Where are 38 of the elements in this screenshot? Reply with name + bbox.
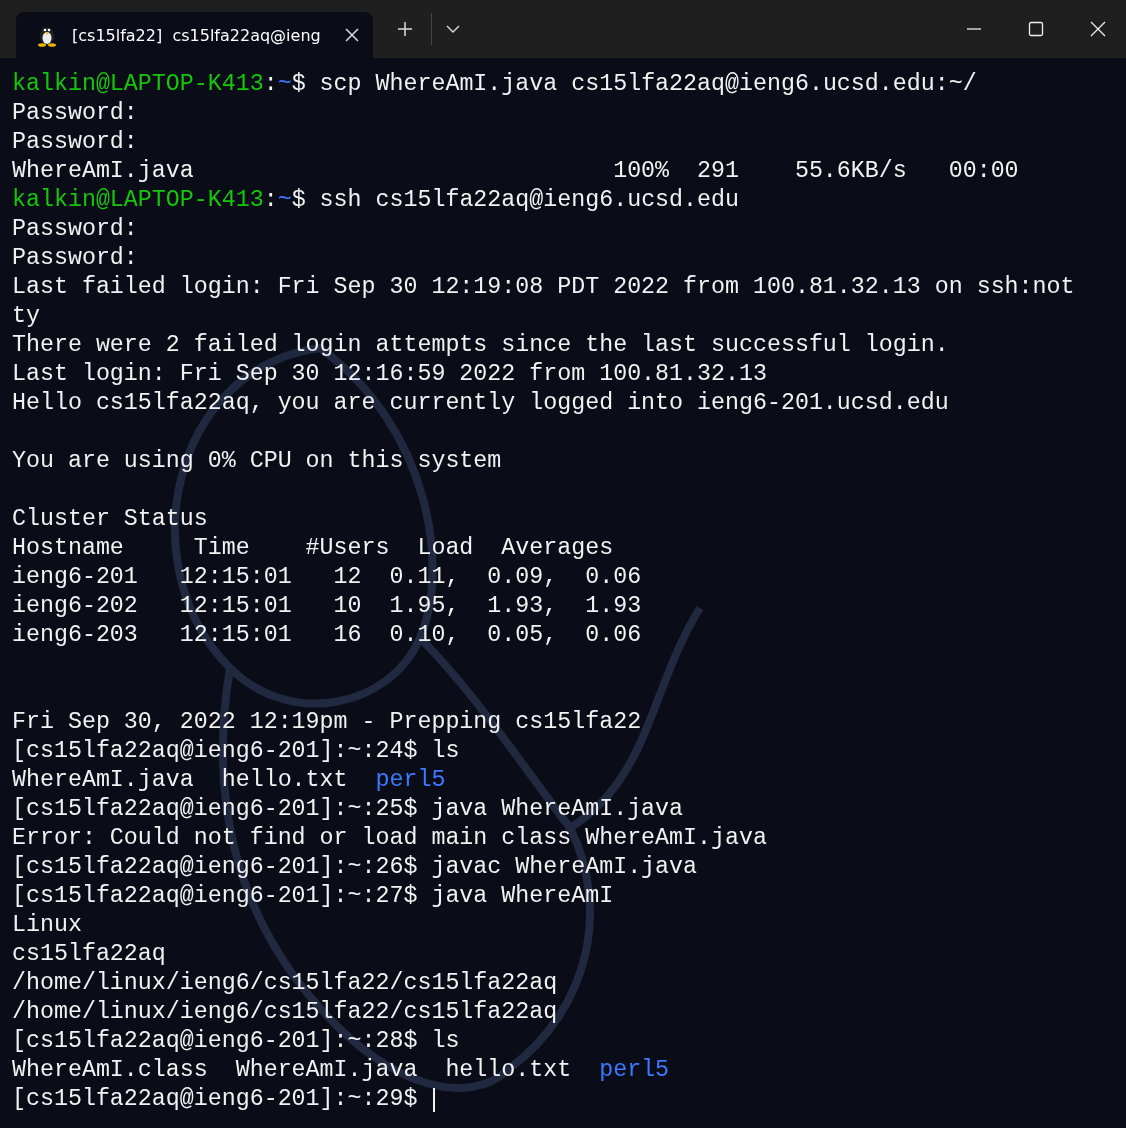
terminal-line: Password:	[12, 244, 138, 273]
terminal-line: [cs15lfa22aq@ieng6-201]:~:25$ java WhereAmI.java	[12, 795, 684, 824]
terminal-line: kalkin@LAPTOP-K413:~$ ssh cs15lfa22aq@ieng6.ucsd.edu	[12, 186, 739, 215]
terminal-line: [cs15lfa22aq@ieng6-201]:~:26$ javac WhereAmI.java	[12, 853, 698, 882]
terminal-line: Last failed login: Fri Sep 30 12:19:08 PDT 2022 from 100.81.32.13 on ssh:not	[12, 273, 1075, 302]
terminal-line: WhereAmI.class WhereAmI.java hello.txt perl5	[12, 1056, 670, 1085]
terminal-line: Password:	[12, 99, 138, 128]
terminal-line: You are using 0% CPU on this system	[12, 447, 502, 476]
terminal-line: [cs15lfa22aq@ieng6-201]:~:28$ ls	[12, 1027, 460, 1056]
terminal-line: [cs15lfa22aq@ieng6-201]:~:24$ ls	[12, 737, 460, 766]
close-icon[interactable]	[345, 28, 359, 42]
terminal-line: ieng6-202 12:15:01 10 1.95, 1.93, 1.93	[12, 592, 642, 621]
terminal-line: Hostname Time #Users Load Averages	[12, 534, 614, 563]
terminal-line: Error: Could not find or load main class WhereAmI.java	[12, 824, 767, 853]
terminal-line: Hello cs15lfa22aq, you are currently logged into ieng6-201.ucsd.edu	[12, 389, 949, 418]
terminal-line: WhereAmI.java 100% 291 55.6KB/s 00:00	[12, 157, 1019, 186]
terminal-line: Password:	[12, 128, 138, 157]
terminal-line: There were 2 failed login attempts since the last successful login.	[12, 331, 949, 360]
terminal-line: ty	[12, 302, 40, 331]
terminal-line: WhereAmI.java hello.txt perl5	[12, 766, 446, 795]
terminal-line: Linux	[12, 911, 82, 940]
terminal-line: [cs15lfa22aq@ieng6-201]:~:29$	[12, 1085, 419, 1114]
close-icon[interactable]	[1090, 21, 1106, 37]
terminal-line: Fri Sep 30, 2022 12:19pm - Prepping cs15lfa22	[12, 708, 642, 737]
terminal-line: /home/linux/ieng6/cs15lfa22/cs15lfa22aq	[12, 969, 558, 998]
terminal-line: kalkin@LAPTOP-K413:~$ scp WhereAmI.java cs15lfa22aq@ieng6.ucsd.edu:~/	[12, 70, 977, 99]
terminal-line: ieng6-201 12:15:01 12 0.11, 0.09, 0.06	[12, 563, 642, 592]
terminal-line: Last login: Fri Sep 30 12:16:59 2022 from 100.81.32.13	[12, 360, 767, 389]
terminal-tab[interactable]: [cs15lfa22] cs15lfa22aq@ieng	[16, 12, 373, 58]
terminal-line: Cluster Status	[12, 505, 208, 534]
terminal-line: [cs15lfa22aq@ieng6-201]:~:27$ java WhereAmI	[12, 882, 614, 911]
terminal-line: cs15lfa22aq	[12, 940, 166, 969]
plus-icon[interactable]	[397, 21, 413, 37]
terminal-line: Password:	[12, 215, 138, 244]
maximize-icon[interactable]	[1028, 21, 1044, 37]
terminal-line: /home/linux/ieng6/cs15lfa22/cs15lfa22aq	[12, 998, 558, 1027]
chevron-down-icon[interactable]	[446, 25, 460, 33]
terminal-line: ieng6-203 12:15:01 16 0.10, 0.05, 0.06	[12, 621, 642, 650]
